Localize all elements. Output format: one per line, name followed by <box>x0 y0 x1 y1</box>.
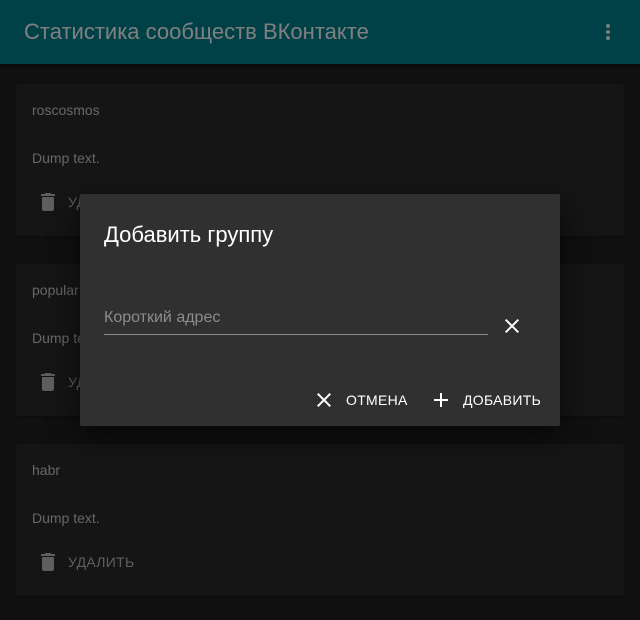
app-root: Статистика сообществ ВКонтакте roscosmos… <box>0 0 640 620</box>
cancel-label: ОТМЕНА <box>346 392 408 408</box>
cancel-button[interactable]: ОТМЕНА <box>312 382 408 418</box>
dialog-actions: ОТМЕНА ДОБАВИТЬ <box>80 374 560 426</box>
close-icon <box>505 319 519 333</box>
plus-icon <box>434 393 448 407</box>
add-label: ДОБАВИТЬ <box>463 392 542 408</box>
short-address-input[interactable] <box>104 302 488 334</box>
add-button[interactable]: ДОБАВИТЬ <box>429 382 541 418</box>
close-icon <box>317 393 331 407</box>
add-group-dialog: Добавить группу ОТМЕНА ДОБАВИТЬ <box>80 194 560 426</box>
dialog-title: Добавить группу <box>104 222 274 247</box>
clear-input-button[interactable] <box>500 314 524 338</box>
short-address-field <box>104 302 488 335</box>
